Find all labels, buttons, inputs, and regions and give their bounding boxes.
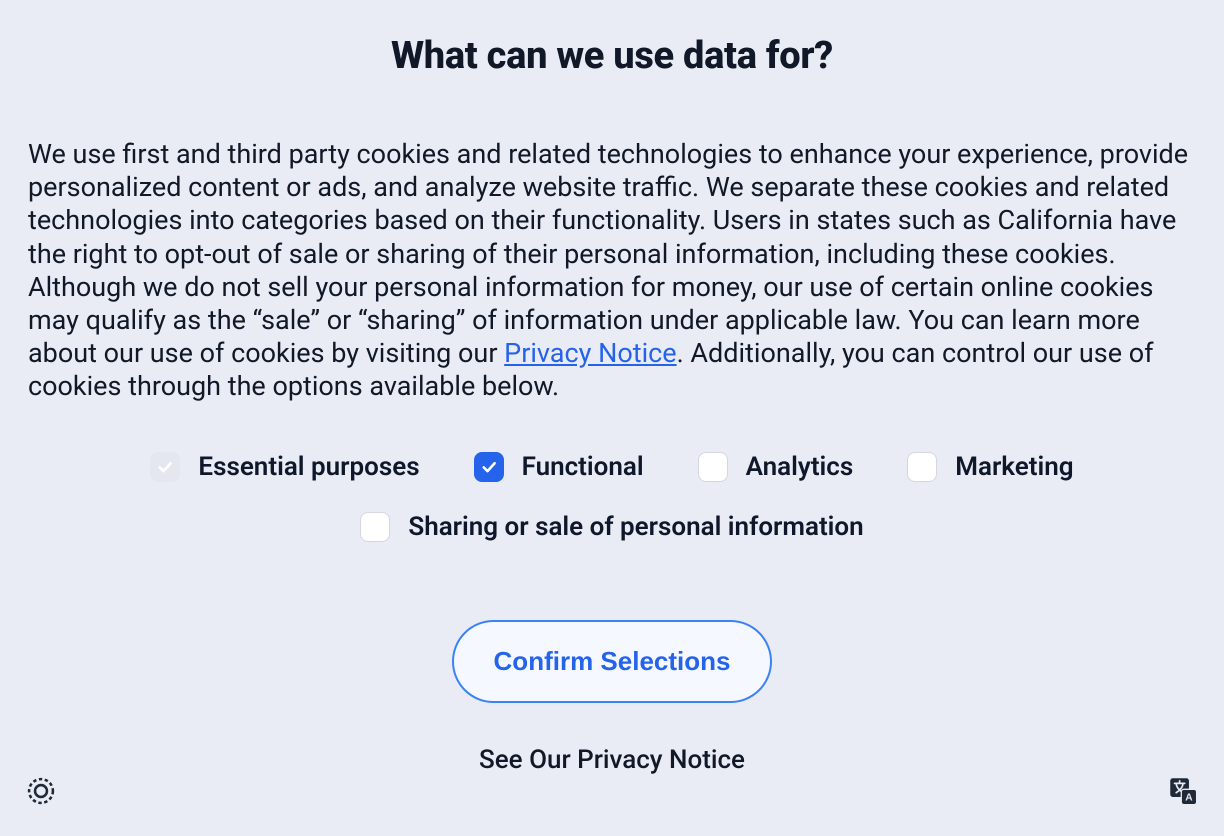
checkbox-marketing[interactable] — [907, 452, 937, 482]
option-sharing-label: Sharing or sale of personal information — [408, 512, 863, 542]
option-functional[interactable]: Functional — [474, 452, 644, 482]
privacy-settings-icon[interactable] — [24, 774, 58, 808]
svg-text:A: A — [1185, 792, 1193, 803]
option-analytics[interactable]: Analytics — [698, 452, 854, 482]
language-translate-icon[interactable]: A — [1166, 774, 1200, 808]
check-icon — [480, 458, 498, 476]
option-functional-label: Functional — [522, 452, 644, 482]
privacy-notice-inline-link[interactable]: Privacy Notice — [504, 337, 676, 369]
confirm-button[interactable]: Confirm Selections — [452, 620, 773, 703]
privacy-notice-link[interactable]: See Our Privacy Notice — [479, 745, 745, 775]
option-sharing[interactable]: Sharing or sale of personal information — [360, 512, 863, 542]
dialog-title: What can we use data for? — [28, 0, 1196, 138]
check-icon — [156, 458, 174, 476]
cookie-options: Essential purposes Functional Analytics … — [28, 452, 1196, 542]
option-essential: Essential purposes — [150, 452, 419, 482]
checkbox-functional[interactable] — [474, 452, 504, 482]
checkbox-sharing[interactable] — [360, 512, 390, 542]
option-analytics-label: Analytics — [746, 452, 854, 482]
option-marketing-label: Marketing — [955, 452, 1073, 482]
option-marketing[interactable]: Marketing — [907, 452, 1073, 482]
option-essential-label: Essential purposes — [198, 452, 419, 482]
checkbox-essential — [150, 452, 180, 482]
description-text-1: We use first and third party cookies and… — [28, 138, 1188, 369]
checkbox-analytics[interactable] — [698, 452, 728, 482]
dialog-description: We use first and third party cookies and… — [28, 138, 1196, 404]
